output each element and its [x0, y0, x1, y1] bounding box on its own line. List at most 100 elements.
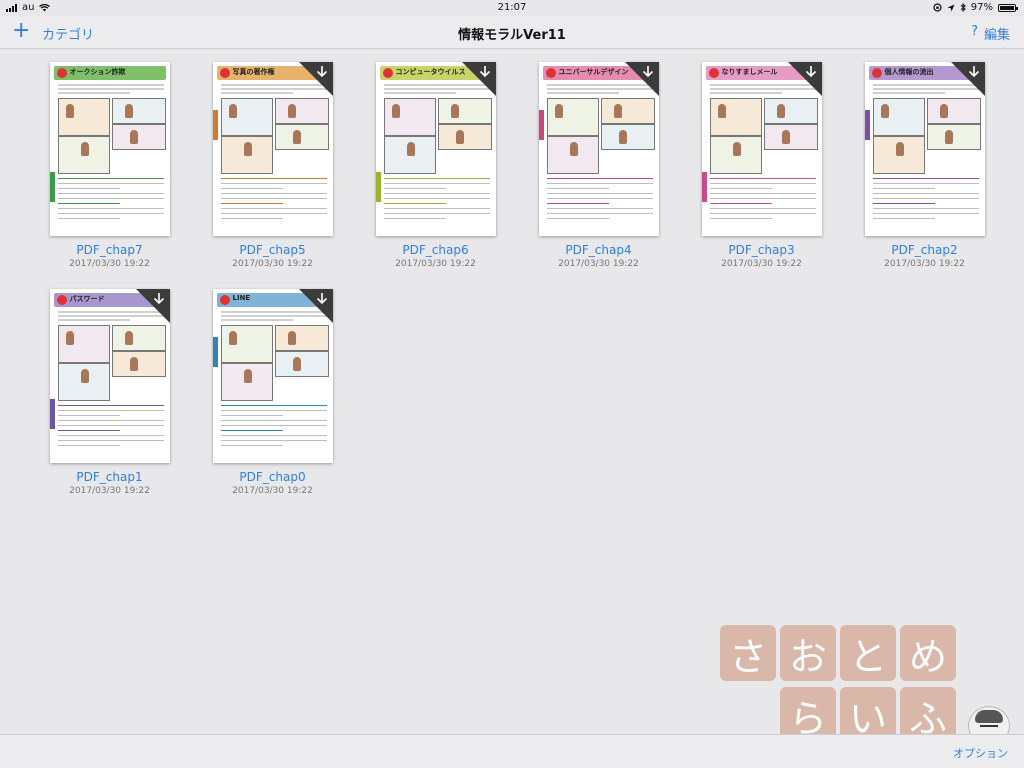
document-item[interactable]: ユニバーサルデザイン PDF_chap4 2017/03/30 19:22	[517, 62, 680, 269]
text-line	[709, 188, 772, 189]
character-figure	[613, 104, 622, 118]
character-figure	[243, 142, 252, 156]
status-bar: au 21:07 97%	[0, 0, 1024, 16]
options-button[interactable]: オプション	[953, 745, 1008, 761]
text-line	[383, 213, 490, 214]
chapter-badge-icon	[545, 68, 556, 78]
text-line	[57, 319, 130, 321]
document-item[interactable]: LINE PDF_chap0 2017/03/30 19:22	[191, 289, 354, 496]
help-button[interactable]: ?	[971, 24, 978, 39]
document-item[interactable]: オークション詐欺 PDF_chap7 2017/03/30 19:22	[28, 62, 191, 269]
text-line	[57, 84, 164, 86]
character-figure	[292, 357, 301, 371]
text-line	[57, 430, 120, 431]
document-thumbnail[interactable]: パスワード	[49, 289, 170, 463]
download-arrow-icon[interactable]	[477, 64, 493, 80]
watermark-logo: さ お と め ら い ふ	[710, 619, 956, 743]
thumbnail-title: なりすましメール	[721, 68, 778, 76]
watermark-char: さ	[720, 625, 776, 681]
text-line	[220, 425, 327, 426]
text-line	[220, 208, 327, 209]
watermark-char: お	[780, 625, 836, 681]
text-line	[220, 435, 327, 436]
document-name[interactable]: PDF_chap7	[76, 243, 142, 257]
character-figure	[80, 142, 89, 156]
download-arrow-icon[interactable]	[314, 291, 330, 307]
character-figure	[129, 130, 138, 144]
document-name[interactable]: PDF_chap0	[239, 470, 305, 484]
text-line	[709, 218, 772, 219]
text-line	[546, 92, 619, 94]
document-name[interactable]: PDF_chap2	[891, 243, 957, 257]
navigation-bar: + カテゴリ 情報モラルVer11 ? 編集	[0, 16, 1024, 49]
text-line	[57, 440, 164, 441]
document-name[interactable]: PDF_chap4	[565, 243, 631, 257]
edit-button[interactable]: 編集	[984, 24, 1010, 43]
character-figure	[554, 104, 563, 118]
watermark-char: め	[900, 625, 956, 681]
document-thumbnail[interactable]: ユニバーサルデザイン	[538, 62, 659, 236]
text-line	[872, 178, 979, 179]
download-arrow-icon[interactable]	[966, 64, 982, 80]
chapter-badge-icon	[219, 295, 230, 305]
thumbnail-title: ユニバーサルデザイン	[558, 68, 629, 76]
text-line	[546, 178, 653, 179]
document-item[interactable]: なりすましメール PDF_chap3 2017/03/30 19:22	[680, 62, 843, 269]
location-icon	[947, 4, 955, 11]
comic-panel	[274, 325, 329, 351]
text-line	[872, 198, 979, 199]
document-thumbnail[interactable]: 写真の著作権	[212, 62, 333, 236]
document-item[interactable]: コンピュータウイルス PDF_chap6 2017/03/30 19:22	[354, 62, 517, 269]
download-arrow-icon[interactable]	[151, 291, 167, 307]
document-name[interactable]: PDF_chap1	[76, 470, 142, 484]
document-name[interactable]: PDF_chap3	[728, 243, 794, 257]
text-line	[57, 203, 120, 204]
thumbnail-title: 個人情報の流出	[884, 68, 934, 76]
download-arrow-icon[interactable]	[640, 64, 656, 80]
document-thumbnail[interactable]: なりすましメール	[701, 62, 822, 236]
character-figure	[292, 130, 301, 144]
text-line	[383, 203, 446, 204]
text-line	[383, 178, 490, 179]
character-figure	[455, 130, 464, 144]
download-arrow-icon[interactable]	[803, 64, 819, 80]
character-figure	[450, 104, 459, 118]
text-line	[220, 430, 283, 431]
character-figure	[895, 142, 904, 156]
document-thumbnail[interactable]: LINE	[212, 289, 333, 463]
document-item[interactable]: 個人情報の流出 PDF_chap2 2017/03/30 19:22	[843, 62, 1006, 269]
comic-panel	[600, 98, 655, 124]
comic-panel	[600, 124, 655, 150]
text-line	[57, 435, 164, 436]
text-line	[220, 92, 293, 94]
text-line	[220, 410, 327, 411]
character-figure	[124, 104, 133, 118]
text-line	[220, 213, 327, 214]
character-figure	[65, 104, 74, 118]
document-date: 2017/03/30 19:22	[232, 486, 313, 496]
character-figure	[944, 130, 953, 144]
text-line	[546, 208, 653, 209]
document-name[interactable]: PDF_chap5	[239, 243, 305, 257]
text-line	[220, 183, 327, 184]
document-item[interactable]: 写真の著作権 PDF_chap5 2017/03/30 19:22	[191, 62, 354, 269]
document-thumbnail[interactable]: オークション詐欺	[49, 62, 170, 236]
download-arrow-icon[interactable]	[314, 64, 330, 80]
character-figure	[618, 130, 627, 144]
character-figure	[781, 130, 790, 144]
document-date: 2017/03/30 19:22	[69, 486, 150, 496]
comic-panel	[763, 124, 818, 150]
text-line	[57, 178, 164, 179]
document-name[interactable]: PDF_chap6	[402, 243, 468, 257]
text-line	[57, 218, 120, 219]
character-figure	[124, 331, 133, 345]
battery-percent: 97%	[970, 2, 993, 13]
character-figure	[732, 142, 741, 156]
document-date: 2017/03/30 19:22	[232, 259, 313, 269]
document-thumbnail[interactable]: 個人情報の流出	[864, 62, 985, 236]
document-thumbnail[interactable]: コンピュータウイルス	[375, 62, 496, 236]
comic-panel	[111, 325, 166, 351]
character-figure	[776, 104, 785, 118]
document-item[interactable]: パスワード PDF_chap1 2017/03/30 19:22	[28, 289, 191, 496]
chapter-side-tab	[701, 172, 707, 202]
